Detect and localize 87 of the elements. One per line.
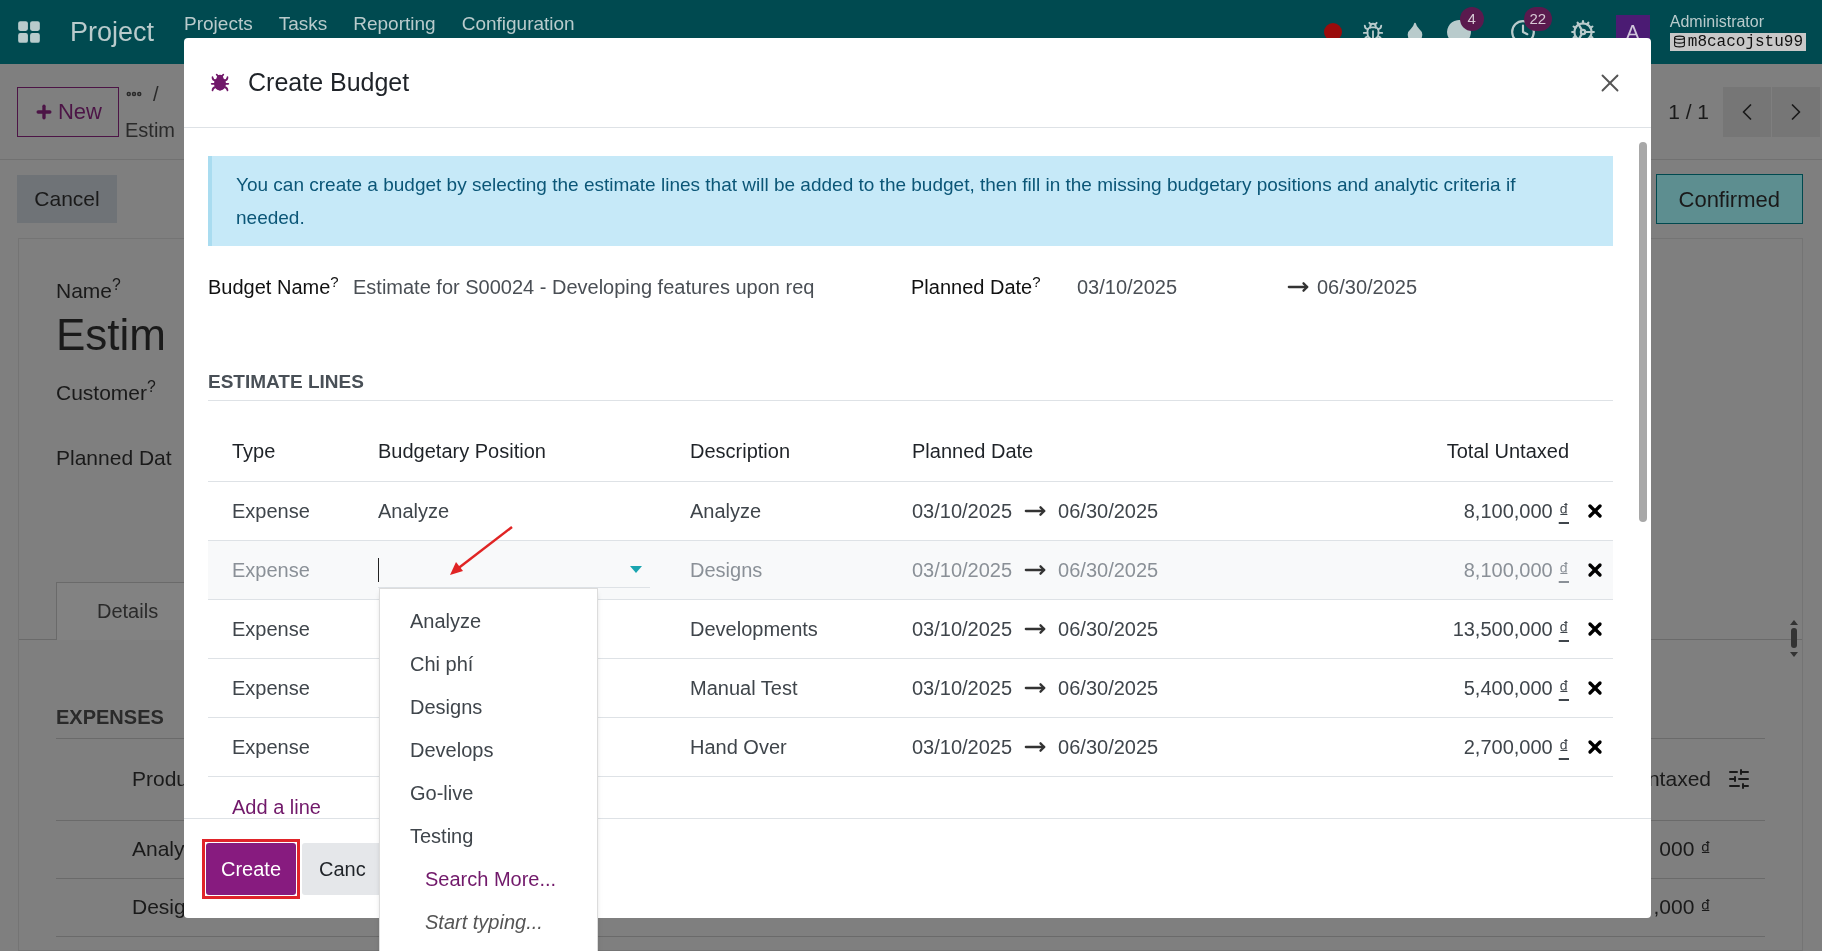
record-title: Estim: [56, 308, 166, 361]
table-cell-text: Analyze: [689, 499, 763, 524]
notification-badge: 22: [1523, 7, 1552, 31]
table-cell-text: Designs: [689, 558, 764, 583]
database-icon: [1672, 35, 1686, 48]
menu-item[interactable]: Projects: [184, 14, 253, 34]
hint-text: Start typing...: [424, 909, 544, 935]
menu-item[interactable]: Reporting: [353, 14, 436, 34]
currency-symbol: ₫: [1558, 617, 1569, 642]
table-cell-text: Manual Test: [689, 676, 799, 701]
new-button[interactable]: New: [17, 86, 119, 137]
dropdown-option[interactable]: Testing: [380, 814, 597, 857]
table-cell-text: 06/30/2025: [1058, 558, 1159, 583]
database-badge: m8cacojstu99: [1669, 32, 1806, 51]
search-more-link[interactable]: Search More...: [380, 857, 597, 900]
table-cell-text: Expense: [231, 617, 311, 642]
user-name[interactable]: Administrator: [1669, 13, 1806, 30]
currency-symbol: ₫: [1558, 558, 1569, 583]
budget-name-field[interactable]: Estimate for S00024 - Developing features upon req: [353, 269, 865, 305]
dropdown-option[interactable]: Develops: [380, 728, 597, 771]
bug-icon: [210, 72, 230, 93]
delete-icon[interactable]: [1585, 737, 1605, 757]
field-label: Customer$^{?}$: [56, 376, 156, 406]
table-cell-text: 06/30/2025: [1058, 735, 1159, 760]
field-label: Budget Name$^{?}$: [208, 272, 340, 300]
table-cell-text: 06/30/2025: [1058, 676, 1159, 701]
create-button[interactable]: Create: [206, 842, 297, 895]
table-cell-text: 03/10/2025: [912, 676, 1013, 701]
delete-icon[interactable]: [1585, 501, 1605, 521]
section-title: ESTIMATE LINES: [208, 370, 364, 395]
table-cell-text: 03/10/2025: [912, 617, 1013, 642]
table-cell-text: Expense: [231, 676, 311, 701]
breadcrumb-separator: /: [153, 81, 159, 107]
record-name: Estim: [125, 117, 175, 143]
table-cell-text: Desig: [132, 894, 186, 921]
info-text: You can create a budget by selecting the estimate lines that will be added to the budget, then fill in the missing budgetary positions and analytic criteria if needed.: [236, 173, 1517, 230]
table-cell-text: Expense: [231, 499, 311, 524]
text-cursor-icon: [378, 557, 379, 582]
table-cell-text: 03/10/2025: [912, 499, 1013, 524]
app-name[interactable]: Project: [70, 11, 155, 53]
date-field[interactable]: 06/30/2025: [1317, 272, 1418, 302]
table-cell-text: 8,100,000: [1463, 558, 1553, 583]
table-cell-text: 2,700,000: [1463, 735, 1553, 760]
table-cell-text: Hand Over: [689, 735, 788, 760]
table-cell-text: 000 ₫: [1659, 836, 1711, 863]
column-header[interactable]: Type: [208, 436, 354, 466]
dialog-title: Create Budget: [248, 66, 410, 98]
table-cell-text: Analyze: [377, 499, 451, 524]
section-title: EXPENSES: [56, 705, 164, 728]
table-cell-text: Analy: [132, 836, 185, 863]
table-cell-text: Developments: [689, 617, 819, 642]
column-header[interactable]: Planned Date: [888, 436, 1300, 466]
delete-icon[interactable]: [1585, 560, 1605, 580]
scrollbar-icon: [1788, 619, 1800, 659]
field-label: Planned Date$^{?}$: [911, 272, 1042, 300]
menu-item[interactable]: Tasks: [278, 14, 328, 34]
delete-icon[interactable]: [1585, 678, 1605, 698]
field-label: Name$^{?}$: [56, 275, 121, 304]
status-badge[interactable]: Confirmed: [1655, 174, 1803, 224]
apps-menu-icon[interactable]: [16, 19, 42, 45]
table-cell-text: Expense: [231, 558, 311, 583]
currency-symbol: ₫: [1558, 735, 1569, 760]
currency-symbol: ₫: [1558, 499, 1569, 524]
table-cell-text: 03/10/2025: [912, 735, 1013, 760]
add-line-link[interactable]: Add a line: [208, 791, 321, 818]
menu-item[interactable]: Configuration: [461, 14, 575, 34]
column-settings-icon[interactable]: [1727, 767, 1751, 791]
table-cell-text: 03/10/2025: [912, 558, 1013, 583]
column-header[interactable]: Budgetary Position: [354, 436, 666, 466]
table-cell-text: 13,500,000: [1452, 617, 1553, 642]
delete-icon[interactable]: [1585, 619, 1605, 639]
date-field[interactable]: 03/10/2025: [1077, 272, 1287, 302]
dropdown-option[interactable]: Analyze: [380, 599, 597, 642]
column-header[interactable]: Description: [666, 436, 888, 466]
table-cell-text: Expense: [231, 735, 311, 760]
field-label: Planned Dat: [56, 445, 172, 471]
column-header[interactable]: Total Untaxed: [1300, 436, 1575, 466]
table-cell-text: 5,400,000: [1463, 676, 1553, 701]
table-cell-text: ,000 ₫: [1653, 894, 1711, 921]
currency-symbol: ₫: [1558, 676, 1569, 701]
table-cell-text: 8,100,000: [1463, 499, 1553, 524]
cancel-button[interactable]: Cancel: [17, 175, 117, 223]
notification-badge: 4: [1459, 7, 1484, 31]
table-cell-text: 06/30/2025: [1058, 499, 1159, 524]
dropdown-caret-icon[interactable]: [630, 565, 642, 574]
table-cell-text: 06/30/2025: [1058, 617, 1159, 642]
pager: 1 / 1: [1668, 98, 1709, 125]
